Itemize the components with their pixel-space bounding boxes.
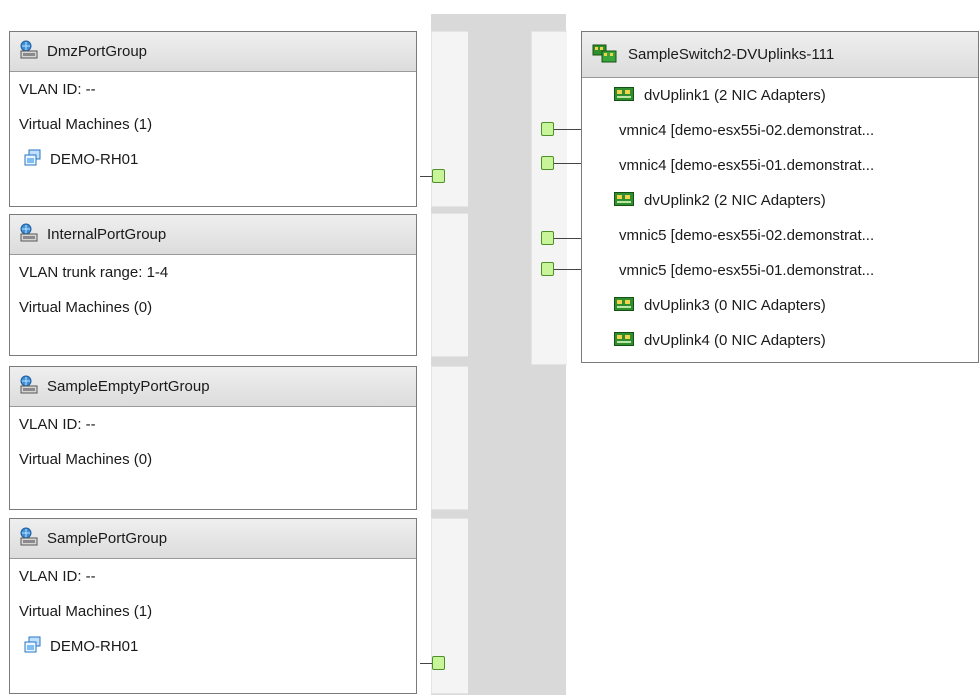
network-portgroup-icon bbox=[19, 40, 39, 64]
vmnic-label: vmnic4 [demo-esx55i-01.demonstrat... bbox=[619, 157, 875, 174]
spine-slot-uplinks bbox=[531, 31, 567, 365]
uplink-connector-line bbox=[554, 238, 581, 239]
vmnic-label: vmnic4 [demo-esx55i-02.demonstrat... bbox=[619, 122, 875, 139]
vm-port-connector[interactable] bbox=[432, 169, 445, 183]
uplink-item[interactable]: dvUplink2 (2 NIC Adapters) bbox=[582, 183, 978, 218]
vmnic-label: vmnic5 [demo-esx55i-01.demonstrat... bbox=[619, 262, 875, 279]
vm-name: DEMO-RH01 bbox=[50, 151, 139, 168]
vm-item[interactable]: DEMO-RH01 bbox=[10, 142, 416, 177]
uplink-port-connector[interactable] bbox=[541, 156, 554, 170]
vmnic-item[interactable]: vmnic4 [demo-esx55i-01.demonstrat... bbox=[582, 148, 978, 183]
vmnic-item[interactable]: vmnic5 [demo-esx55i-01.demonstrat... bbox=[582, 253, 978, 288]
port-group-dmz[interactable]: DmzPortGroup VLAN ID: -- Virtual Machine… bbox=[9, 31, 417, 207]
nic-adapter-icon bbox=[614, 191, 634, 210]
port-group-name: DmzPortGroup bbox=[47, 43, 148, 60]
port-group-name: SamplePortGroup bbox=[47, 530, 168, 547]
vm-port-connector[interactable] bbox=[432, 656, 445, 670]
network-portgroup-icon bbox=[19, 375, 39, 399]
port-group-sample-empty[interactable]: SampleEmptyPortGroup VLAN ID: -- Virtual… bbox=[9, 366, 417, 510]
spine-slot-empty bbox=[431, 366, 468, 510]
port-group-header[interactable]: SamplePortGroup bbox=[10, 519, 416, 559]
nic-adapter-icon bbox=[614, 331, 634, 350]
nic-adapter-icon bbox=[614, 296, 634, 315]
vm-connector-line bbox=[420, 663, 432, 664]
network-portgroup-icon bbox=[19, 223, 39, 247]
virtual-machine-icon bbox=[24, 636, 42, 658]
uplink-label: dvUplink2 (2 NIC Adapters) bbox=[644, 192, 826, 209]
uplink-label: dvUplink1 (2 NIC Adapters) bbox=[644, 87, 826, 104]
nic-adapter-icon bbox=[614, 86, 634, 105]
port-group-header[interactable]: DmzPortGroup bbox=[10, 32, 416, 72]
uplink-port-connector[interactable] bbox=[541, 262, 554, 276]
network-portgroup-icon bbox=[19, 527, 39, 551]
vms-label: Virtual Machines (0) bbox=[19, 451, 153, 468]
vm-item[interactable]: DEMO-RH01 bbox=[10, 629, 416, 664]
uplink-connector-line bbox=[554, 163, 581, 164]
uplink-label: dvUplink3 (0 NIC Adapters) bbox=[644, 297, 826, 314]
uplink-switch-panel[interactable]: SampleSwitch2-DVUplinks-111 dvUplink1 (2… bbox=[581, 31, 979, 363]
vlan-info: VLAN ID: -- bbox=[19, 568, 96, 585]
uplink-switch-header[interactable]: SampleSwitch2-DVUplinks-111 bbox=[582, 32, 978, 78]
uplink-switch-title: SampleSwitch2-DVUplinks-111 bbox=[628, 46, 835, 63]
uplink-switch-icon bbox=[592, 43, 618, 67]
uplink-connector-line bbox=[554, 129, 581, 130]
vms-label: Virtual Machines (0) bbox=[19, 299, 153, 316]
uplink-port-connector[interactable] bbox=[541, 231, 554, 245]
port-group-name: InternalPortGroup bbox=[47, 226, 167, 243]
uplink-port-connector[interactable] bbox=[541, 122, 554, 136]
spine-slot-internal bbox=[431, 213, 468, 357]
port-group-internal[interactable]: InternalPortGroup VLAN trunk range: 1-4 … bbox=[9, 214, 417, 356]
port-group-sample[interactable]: SamplePortGroup VLAN ID: -- Virtual Mach… bbox=[9, 518, 417, 694]
vm-connector-line bbox=[420, 176, 432, 177]
vlan-info: VLAN trunk range: 1-4 bbox=[19, 264, 169, 281]
vms-label: Virtual Machines (1) bbox=[19, 116, 153, 133]
port-group-header[interactable]: SampleEmptyPortGroup bbox=[10, 367, 416, 407]
virtual-machine-icon bbox=[24, 149, 42, 171]
vmnic-item[interactable]: vmnic4 [demo-esx55i-02.demonstrat... bbox=[582, 113, 978, 148]
vlan-info: VLAN ID: -- bbox=[19, 416, 96, 433]
port-group-name: SampleEmptyPortGroup bbox=[47, 378, 210, 395]
uplink-item[interactable]: dvUplink3 (0 NIC Adapters) bbox=[582, 288, 978, 323]
uplink-label: dvUplink4 (0 NIC Adapters) bbox=[644, 332, 826, 349]
port-group-header[interactable]: InternalPortGroup bbox=[10, 215, 416, 255]
vms-label: Virtual Machines (1) bbox=[19, 603, 153, 620]
uplink-connector-line bbox=[554, 269, 581, 270]
vmnic-item[interactable]: vmnic5 [demo-esx55i-02.demonstrat... bbox=[582, 218, 978, 253]
vmnic-label: vmnic5 [demo-esx55i-02.demonstrat... bbox=[619, 227, 875, 244]
vlan-info: VLAN ID: -- bbox=[19, 81, 96, 98]
vm-name: DEMO-RH01 bbox=[50, 638, 139, 655]
uplink-item[interactable]: dvUplink4 (0 NIC Adapters) bbox=[582, 323, 978, 358]
uplink-item[interactable]: dvUplink1 (2 NIC Adapters) bbox=[582, 78, 978, 113]
